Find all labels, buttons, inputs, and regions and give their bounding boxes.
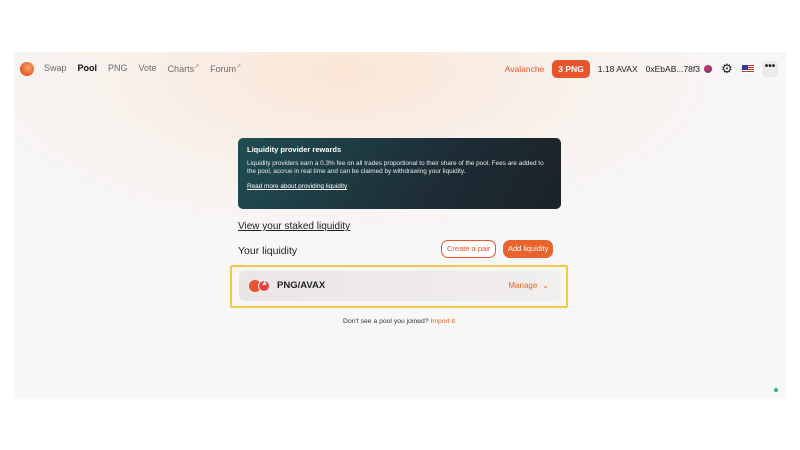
view-staked-liquidity-link[interactable]: View your staked liquidity xyxy=(238,221,350,232)
network-selector[interactable]: Avalanche xyxy=(505,64,545,74)
chevron-down-icon: ⌄ xyxy=(542,281,549,290)
pool-token-icons xyxy=(249,280,271,292)
wallet-address-button[interactable]: 0xEbAB...78f3 xyxy=(646,64,712,74)
import-pool-hint: Don't see a pool you joined? Import it. xyxy=(14,318,786,325)
header-actions: Avalanche 3 PNG 1.18 AVAX 0xEbAB...78f3 … xyxy=(505,60,778,78)
pool-pair-name: PNG/AVAX xyxy=(277,280,326,291)
nav-menu: Swap Pool PNG Vote Charts↗ Forum↗ xyxy=(44,63,241,74)
nav-png[interactable]: PNG xyxy=(108,63,128,74)
add-liquidity-button[interactable]: Add liquidity xyxy=(503,240,554,258)
png-balance-badge[interactable]: 3 PNG xyxy=(552,60,590,78)
avax-token-icon xyxy=(258,280,270,292)
nav-vote[interactable]: Vote xyxy=(139,63,157,74)
rewards-info-card: Liquidity provider rewards Liquidity pro… xyxy=(238,138,561,209)
status-dot-icon xyxy=(774,388,778,392)
rewards-title: Liquidity provider rewards xyxy=(247,145,342,154)
manage-button[interactable]: Manage ⌄ xyxy=(508,281,549,290)
pangolin-logo-icon[interactable] xyxy=(20,62,34,76)
import-pool-link[interactable]: Import it. xyxy=(431,318,457,325)
nav-forum[interactable]: Forum↗ xyxy=(210,63,241,74)
rewards-read-more-link[interactable]: Read more about providing liquidity xyxy=(247,183,552,190)
avax-balance: 1.18 AVAX xyxy=(597,64,638,74)
import-hint-text: Don't see a pool you joined? xyxy=(343,318,429,325)
gear-icon[interactable]: ⚙ xyxy=(720,62,734,76)
nav-swap[interactable]: Swap xyxy=(44,63,67,74)
more-button[interactable]: ••• xyxy=(762,61,778,77)
nav-charts[interactable]: Charts↗ xyxy=(168,63,200,74)
pool-row-png-avax[interactable]: PNG/AVAX Manage ⌄ xyxy=(239,271,561,301)
manage-label: Manage xyxy=(508,281,538,290)
status-indicator xyxy=(774,388,778,392)
external-link-icon: ↗ xyxy=(194,64,200,70)
wallet-avatar-icon xyxy=(704,65,712,73)
top-nav-bar: Swap Pool PNG Vote Charts↗ Forum↗ Avalan… xyxy=(14,52,786,88)
your-liquidity-heading: Your liquidity xyxy=(238,245,298,257)
rewards-body: Liquidity providers earn a 0.3% fee on a… xyxy=(247,160,544,175)
wallet-address: 0xEbAB...78f3 xyxy=(645,64,700,74)
us-flag-icon[interactable] xyxy=(742,65,754,73)
external-link-icon: ↗ xyxy=(236,64,242,70)
create-pair-button[interactable]: Create a pair xyxy=(441,240,497,258)
app-window: Swap Pool PNG Vote Charts↗ Forum↗ Avalan… xyxy=(14,52,786,398)
nav-pool[interactable]: Pool xyxy=(78,63,98,74)
